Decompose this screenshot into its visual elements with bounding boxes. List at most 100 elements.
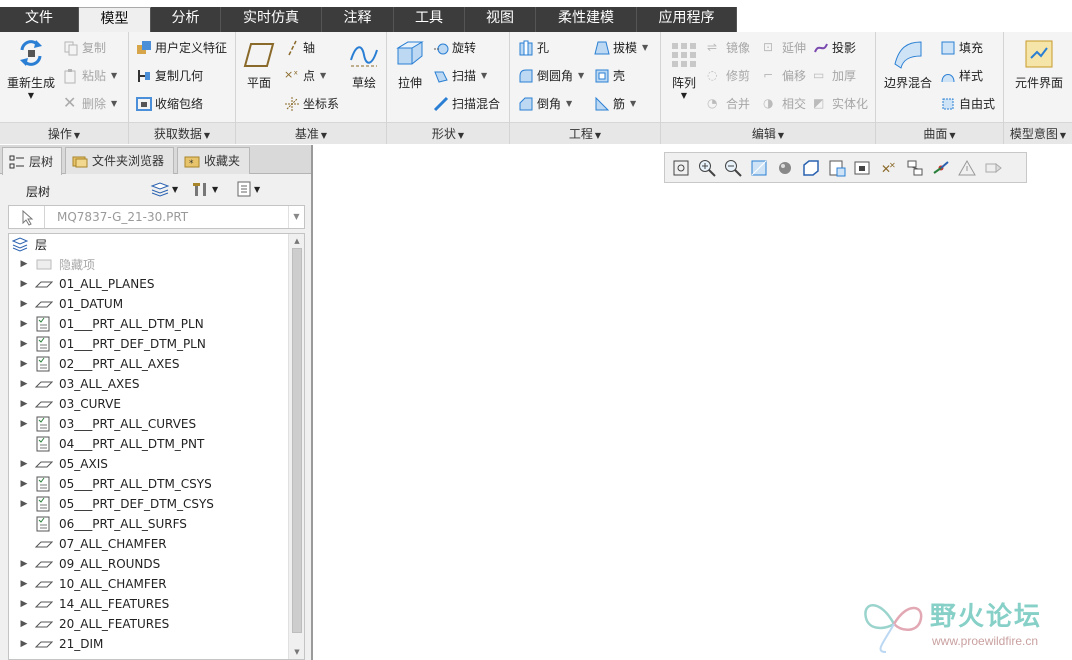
- tab-folder-browser[interactable]: 文件夹浏览器: [65, 147, 174, 174]
- tab-model[interactable]: 模型: [79, 7, 151, 32]
- freestyle-button[interactable]: 自由式: [940, 95, 995, 112]
- expand-arrow-icon[interactable]: ▶: [17, 279, 31, 289]
- annotation-display-icon[interactable]: [905, 158, 925, 178]
- group-shapes-label[interactable]: 形状 ▼: [387, 122, 509, 144]
- layer-tree-item[interactable]: ▶ 01___PRT_DEF_DTM_PLN: [9, 334, 289, 354]
- perspective-icon[interactable]: [853, 158, 873, 178]
- style-button[interactable]: 样式: [940, 67, 983, 84]
- expand-arrow-icon[interactable]: ▶: [17, 359, 31, 369]
- pattern-button[interactable]: 阵列 ▼: [665, 40, 703, 100]
- solidify-button[interactable]: ◩ 实体化: [813, 95, 868, 112]
- sketch-button[interactable]: 草绘: [346, 40, 382, 91]
- tab-applications[interactable]: 应用程序: [637, 7, 737, 32]
- tree-scrollbar[interactable]: ▲ ▼: [288, 234, 304, 659]
- group-operations-label[interactable]: 操作 ▼: [0, 122, 128, 144]
- scroll-up-icon[interactable]: ▲: [289, 234, 304, 248]
- layer-tree-item[interactable]: ▶ 02___PRT_ALL_AXES: [9, 354, 289, 374]
- layer-tree-item[interactable]: ▶ 20_ALL_FEATURES: [9, 614, 289, 634]
- udf-button[interactable]: 用户定义特征: [136, 39, 227, 56]
- sketch-display-icon[interactable]: [957, 158, 977, 178]
- layer-tree-item[interactable]: ▶ 03___PRT_ALL_CURVES: [9, 414, 289, 434]
- regenerate-button[interactable]: 重新生成 ▼: [4, 36, 58, 100]
- thicken-button[interactable]: ▭ 加厚: [813, 67, 856, 84]
- layer-tree-item[interactable]: ▶ 05___PRT_DEF_DTM_CSYS: [9, 494, 289, 514]
- intersect-button[interactable]: ◑ 相交: [763, 95, 806, 112]
- component-interface-button[interactable]: 元件界面: [1008, 38, 1070, 91]
- tab-file[interactable]: 文件: [0, 7, 79, 32]
- active-model-selector[interactable]: MQ7837-G_21-30.PRT ▼: [8, 205, 305, 229]
- group-model-intent-label[interactable]: 模型意图 ▼: [1004, 122, 1072, 144]
- layer-tree-item[interactable]: 04___PRT_ALL_DTM_PNT: [9, 434, 289, 454]
- layers-menu-button[interactable]: ▼: [150, 181, 178, 197]
- expand-arrow-icon[interactable]: ▶: [17, 259, 31, 269]
- layer-tree-item[interactable]: ▶ 01_ALL_PLANES: [9, 274, 289, 294]
- datum-display-icon[interactable]: ✕ ✕: [879, 158, 899, 178]
- saved-views-icon[interactable]: [801, 158, 821, 178]
- expand-arrow-icon[interactable]: ▶: [17, 639, 31, 649]
- tab-analysis[interactable]: 分析: [151, 7, 221, 32]
- boundary-blend-button[interactable]: 边界混合: [880, 38, 936, 91]
- group-surfaces-label[interactable]: 曲面 ▼: [876, 122, 1003, 144]
- shrinkwrap-button[interactable]: 收缩包络: [136, 95, 203, 112]
- zoom-in-icon[interactable]: [697, 158, 717, 178]
- tag-display-icon[interactable]: [983, 158, 1003, 178]
- tab-live-simulation[interactable]: 实时仿真: [221, 7, 322, 32]
- expand-arrow-icon[interactable]: ▶: [17, 299, 31, 309]
- trim-button[interactable]: ◌ 修剪: [707, 67, 750, 84]
- group-datum-label[interactable]: 基准 ▼: [236, 122, 386, 144]
- expand-arrow-icon[interactable]: ▶: [17, 379, 31, 389]
- expand-arrow-icon[interactable]: ▶: [17, 579, 31, 589]
- paste-button[interactable]: 粘贴 ▼: [63, 67, 117, 84]
- scroll-down-icon[interactable]: ▼: [289, 645, 304, 659]
- layer-tree-item[interactable]: ▶ 隐藏项: [9, 254, 289, 274]
- layer-tree-item[interactable]: 06___PRT_ALL_SURFS: [9, 514, 289, 534]
- group-engineering-label[interactable]: 工程 ▼: [510, 122, 660, 144]
- layer-tree-item[interactable]: ▶ 05___PRT_ALL_DTM_CSYS: [9, 474, 289, 494]
- layer-tree-item[interactable]: 07_ALL_CHAMFER: [9, 534, 289, 554]
- point-button[interactable]: ×ˣ 点 ▼: [284, 67, 326, 84]
- layer-tree-root[interactable]: 层: [11, 234, 47, 254]
- csys-button[interactable]: 坐标系: [284, 95, 339, 112]
- expand-arrow-icon[interactable]: ▶: [17, 319, 31, 329]
- repaint-icon[interactable]: [749, 158, 769, 178]
- settings-menu-button[interactable]: ▼: [192, 181, 218, 197]
- copy-button[interactable]: 复制: [63, 39, 106, 56]
- zoom-fit-icon[interactable]: [671, 158, 691, 178]
- display-style-icon[interactable]: [775, 158, 795, 178]
- project-button[interactable]: 投影: [813, 39, 856, 56]
- scroll-thumb[interactable]: [292, 248, 302, 633]
- group-get-data-label[interactable]: 获取数据 ▼: [129, 122, 235, 144]
- axis-button[interactable]: 轴: [284, 39, 315, 56]
- view-manager-icon[interactable]: [827, 158, 847, 178]
- plane-button[interactable]: 平面: [242, 40, 276, 91]
- extend-button[interactable]: ⊡ 延伸: [763, 39, 806, 56]
- layer-tree-item[interactable]: ▶ 01___PRT_ALL_DTM_PLN: [9, 314, 289, 334]
- layer-tree-item[interactable]: ▶ 09_ALL_ROUNDS: [9, 554, 289, 574]
- shell-button[interactable]: 壳: [594, 67, 625, 84]
- swept-blend-button[interactable]: 扫描混合: [433, 95, 500, 112]
- mirror-button[interactable]: ⇌ 镜像: [707, 39, 750, 56]
- select-arrow-icon[interactable]: [9, 206, 45, 228]
- tab-flexible-modeling[interactable]: 柔性建模: [536, 7, 637, 32]
- draft-button[interactable]: 拔模 ▼: [594, 39, 648, 56]
- expand-arrow-icon[interactable]: ▶: [17, 399, 31, 409]
- fill-button[interactable]: 填充: [940, 39, 983, 56]
- show-menu-button[interactable]: ▼: [236, 181, 260, 197]
- tab-annotate[interactable]: 注释: [322, 7, 394, 32]
- sweep-button[interactable]: 扫描 ▼: [433, 67, 487, 84]
- revolve-button[interactable]: 旋转: [433, 39, 476, 56]
- rib-button[interactable]: 筋 ▼: [594, 95, 636, 112]
- hole-button[interactable]: 孔: [518, 39, 549, 56]
- layer-tree-item[interactable]: ▶ 21_DIM: [9, 634, 289, 654]
- layer-tree-item[interactable]: ▶ 14_ALL_FEATURES: [9, 594, 289, 614]
- layer-tree-item[interactable]: ▶ 03_CURVE: [9, 394, 289, 414]
- layer-tree-item[interactable]: ▶ 01_DATUM: [9, 294, 289, 314]
- extrude-button[interactable]: 拉伸: [391, 38, 429, 91]
- chamfer-button[interactable]: 倒角 ▼: [518, 95, 572, 112]
- merge-button[interactable]: ◔ 合并: [707, 95, 750, 112]
- expand-arrow-icon[interactable]: ▶: [17, 559, 31, 569]
- expand-arrow-icon[interactable]: ▶: [17, 419, 31, 429]
- layer-tree-item[interactable]: ▶55_ALL_STOLS: [9, 654, 289, 659]
- tab-favorites[interactable]: * 收藏夹: [177, 147, 250, 174]
- tab-tools[interactable]: 工具: [394, 7, 465, 32]
